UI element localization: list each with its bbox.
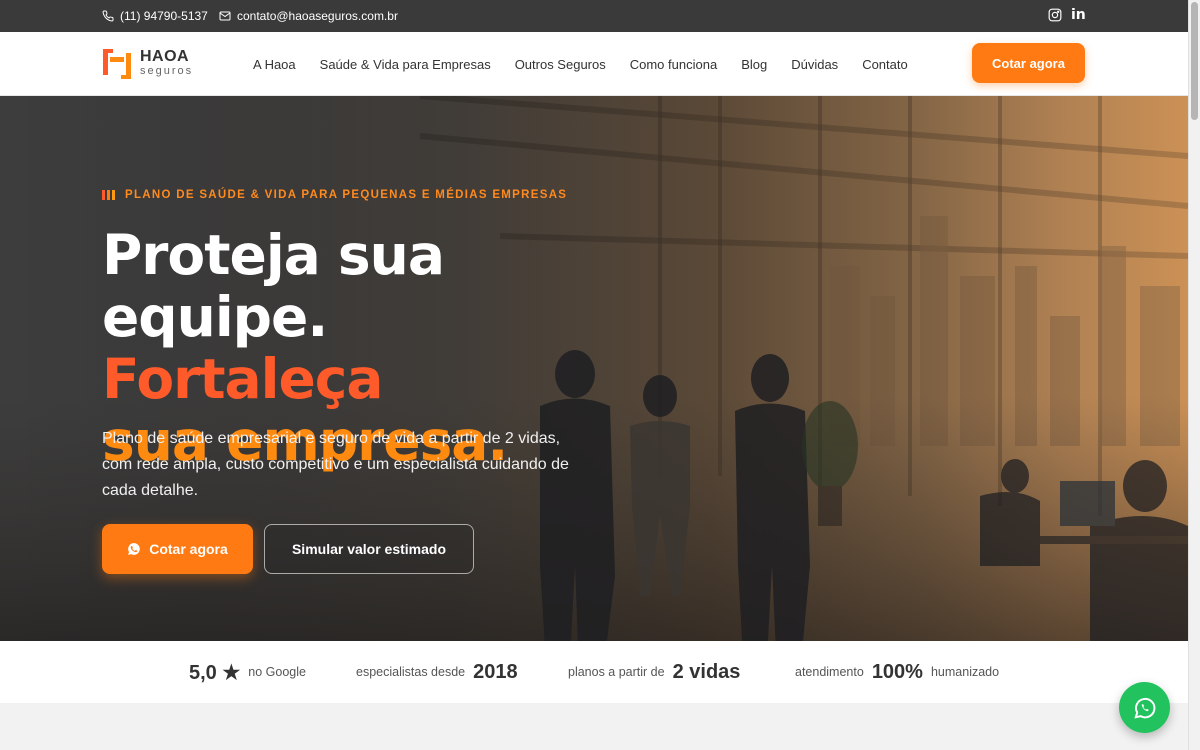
phone-icon bbox=[102, 10, 114, 22]
nav-contato[interactable]: Contato bbox=[862, 57, 908, 72]
stat-value: 2018 bbox=[473, 660, 518, 683]
hero-cotar-button[interactable]: Cotar agora bbox=[102, 524, 253, 574]
hero-section: PLANO DE SAÚDE & VIDA PARA PEQUENAS E MÉ… bbox=[0, 96, 1188, 641]
nav-outros-seguros[interactable]: Outros Seguros bbox=[515, 57, 606, 72]
instagram-icon[interactable] bbox=[1048, 8, 1062, 22]
stat-value: 5,0 ★ bbox=[189, 661, 241, 684]
stat-humanized: atendimento 100% humanizado bbox=[795, 641, 999, 703]
whatsapp-float-button[interactable] bbox=[1119, 682, 1170, 733]
nav-a-haoa[interactable]: A Haoa bbox=[253, 57, 296, 72]
stat-value: 100% bbox=[871, 660, 923, 683]
hero-cotar-label: Cotar agora bbox=[149, 541, 228, 557]
nav-saude-vida[interactable]: Saúde & Vida para Empresas bbox=[320, 57, 491, 72]
stat-min-lives: planos a partir de 2 vidas bbox=[568, 641, 740, 703]
stat-prefix: planos a partir de bbox=[568, 665, 665, 679]
whatsapp-icon bbox=[128, 543, 140, 555]
nav-blog[interactable]: Blog bbox=[741, 57, 767, 72]
hero-title-part2: Fortaleça bbox=[102, 347, 384, 411]
hero-simular-button[interactable]: Simular valor estimado bbox=[264, 524, 474, 574]
nav-como-funciona[interactable]: Como funciona bbox=[630, 57, 717, 72]
page-scrollbar[interactable] bbox=[1188, 0, 1200, 750]
email-contact[interactable]: contato@haoaseguros.com.br bbox=[219, 0, 398, 32]
hero-description: Plano de saúde empresarial e seguro de v… bbox=[102, 430, 569, 499]
bars-icon bbox=[102, 190, 115, 200]
hero-eyebrow: PLANO DE SAÚDE & VIDA PARA PEQUENAS E MÉ… bbox=[102, 189, 567, 201]
stat-google-rating: 5,0 ★ no Google bbox=[189, 641, 306, 703]
phone-contact[interactable]: (11) 94790-5137 bbox=[102, 0, 208, 32]
stat-suffix: no Google bbox=[248, 665, 306, 679]
linkedin-icon[interactable]: in bbox=[1071, 8, 1086, 22]
logo-subtitle: seguros bbox=[140, 65, 194, 77]
logo[interactable]: HAOA seguros bbox=[102, 46, 193, 80]
scrollbar-thumb[interactable] bbox=[1191, 2, 1198, 120]
main-nav: A Haoa Saúde & Vida para Empresas Outros… bbox=[253, 32, 908, 96]
stat-suffix: humanizado bbox=[930, 665, 1000, 679]
hero-title-part1: Proteja sua equipe. bbox=[102, 223, 445, 349]
email-address: contato@haoaseguros.com.br bbox=[237, 9, 398, 23]
main-header: HAOA seguros A Haoa Saúde & Vida para Em… bbox=[0, 32, 1188, 96]
stat-prefix: atendimento bbox=[795, 665, 864, 679]
eyebrow-text: PLANO DE SAÚDE & VIDA PARA PEQUENAS E MÉ… bbox=[125, 189, 568, 201]
stat-prefix: especialistas desde bbox=[356, 665, 466, 679]
top-contact-bar: (11) 94790-5137 contato@haoaseguros.com.… bbox=[0, 0, 1188, 32]
header-cta-button[interactable]: Cotar agora bbox=[972, 43, 1085, 83]
whatsapp-icon bbox=[1133, 697, 1155, 719]
mail-icon bbox=[219, 11, 231, 21]
stats-bar: 5,0 ★ no Google especialistas desde 2018… bbox=[0, 641, 1188, 703]
stat-value: 2 vidas bbox=[672, 660, 741, 683]
haoa-logo-mark bbox=[103, 49, 131, 79]
phone-number: (11) 94790-5137 bbox=[120, 9, 208, 23]
logo-name: HAOA bbox=[140, 48, 190, 65]
nav-duvidas[interactable]: Dúvidas bbox=[791, 57, 838, 72]
stat-since: especialistas desde 2018 bbox=[356, 641, 518, 703]
